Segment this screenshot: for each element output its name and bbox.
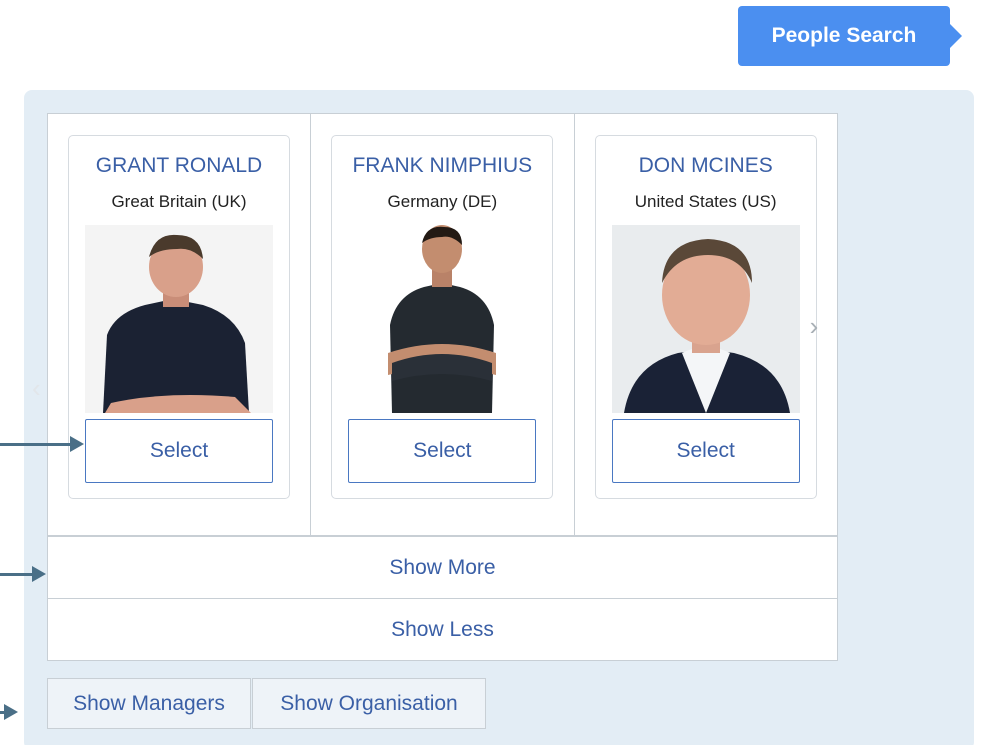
show-more-button[interactable]: Show More [47, 536, 838, 599]
annotation-arrow-icon [0, 566, 46, 582]
person-country: United States (US) [634, 192, 777, 211]
person-photo [611, 225, 800, 413]
select-button[interactable]: Select [348, 419, 537, 483]
select-button[interactable]: Select [611, 419, 800, 483]
person-card: DON MCINES United States (US) Select [594, 135, 817, 499]
person-name[interactable]: FRANK NIMPHIUS [332, 154, 552, 178]
people-search-button[interactable]: People Search [738, 6, 962, 66]
person-country: Germany (DE) [387, 192, 498, 211]
show-organisation-button[interactable]: Show Organisation [252, 678, 486, 729]
people-search-label: People Search [771, 24, 917, 47]
annotation-arrow-icon [0, 704, 18, 720]
show-less-button[interactable]: Show Less [47, 598, 838, 661]
person-photo [348, 225, 537, 413]
person-card: FRANK NIMPHIUS Germany (DE) Select [331, 135, 554, 499]
show-managers-button[interactable]: Show Managers [47, 678, 251, 729]
carousel-column: GRANT RONALD Great Britain (UK) Select [48, 114, 312, 535]
chevron-left-icon[interactable]: ‹ [32, 374, 44, 402]
people-search-page: People Search GRANT RONALD Great Britain… [0, 0, 984, 745]
show-more-label: Show More [389, 555, 496, 579]
annotation-arrow-icon [0, 436, 84, 452]
show-managers-label: Show Managers [73, 691, 225, 715]
person-name[interactable]: DON MCINES [596, 154, 816, 178]
chevron-right-icon[interactable]: › [804, 312, 824, 340]
carousel-column: FRANK NIMPHIUS Germany (DE) Select [311, 114, 575, 535]
carousel-column: DON MCINES United States (US) Select [575, 114, 837, 535]
show-less-label: Show Less [391, 617, 494, 641]
person-country: Great Britain (UK) [111, 192, 247, 211]
person-card: GRANT RONALD Great Britain (UK) Select [68, 135, 290, 499]
people-carousel: GRANT RONALD Great Britain (UK) Select F… [47, 113, 838, 536]
person-photo [85, 225, 273, 413]
person-name[interactable]: GRANT RONALD [69, 154, 289, 178]
select-button[interactable]: Select [85, 419, 273, 483]
show-organisation-label: Show Organisation [280, 691, 458, 715]
